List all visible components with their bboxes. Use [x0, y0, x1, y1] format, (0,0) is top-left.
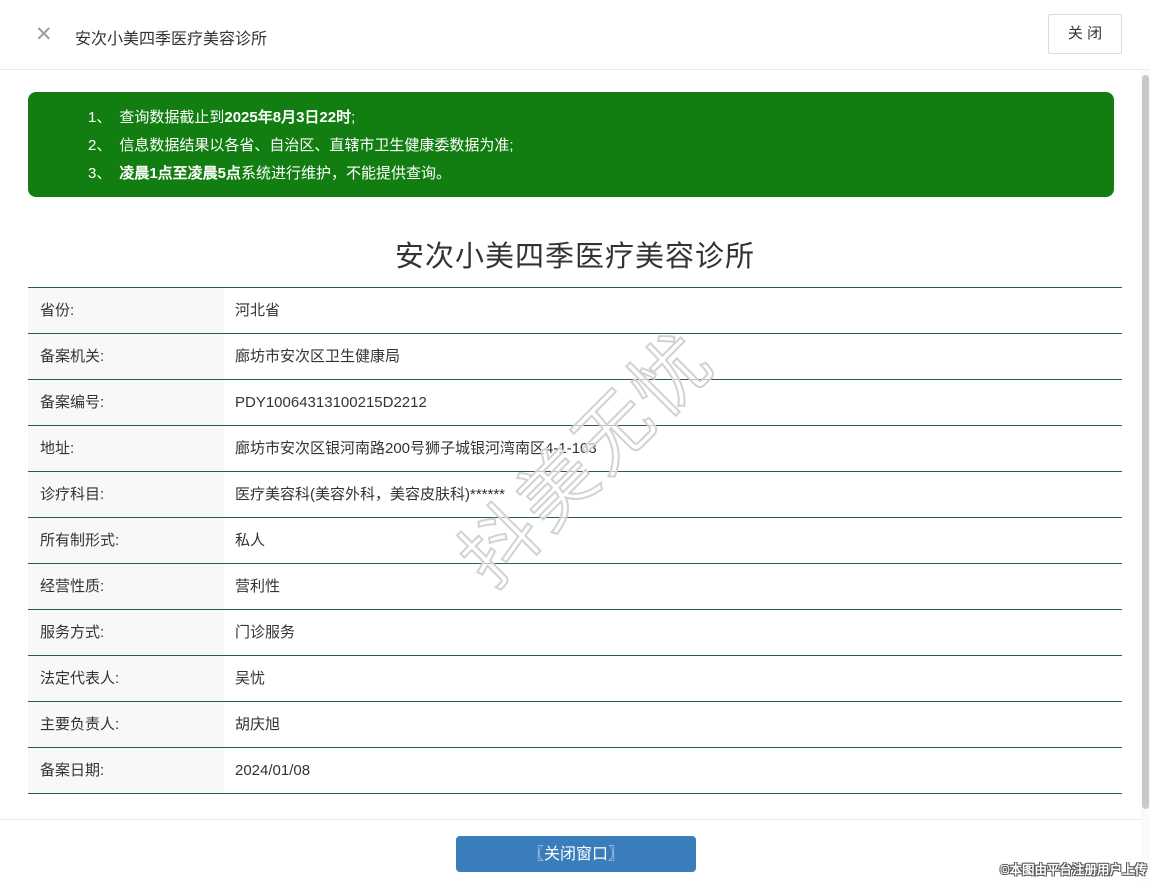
row-value: PDY10064313100215D2212 [224, 380, 1122, 425]
row-label: 经营性质: [28, 564, 224, 609]
table-row: 备案编号: PDY10064313100215D2212 [28, 380, 1122, 426]
scrollbar-thumb[interactable] [1142, 75, 1149, 809]
row-value: 胡庆旭 [224, 702, 1122, 747]
row-value: 私人 [224, 518, 1122, 563]
notice-text-bold: 凌晨1点至凌晨5点 [119, 165, 242, 182]
close-window-button[interactable]: 〖关闭窗口〗 [456, 836, 696, 872]
page-title: 安次小美四季医疗美容诊所 [394, 241, 755, 273]
notice-line-2: 2、 信息数据结果以各省、自治区、直辖市卫生健康委数据为准; [88, 132, 1094, 160]
row-label: 省份: [28, 288, 224, 333]
row-label: 所有制形式: [28, 518, 224, 563]
notice-box: 1、 查询数据截止到2025年8月3日22时; 2、 信息数据结果以各省、自治区、直… [28, 92, 1114, 197]
table-row: 法定代表人: 吴忧 [28, 656, 1122, 702]
row-value: 门诊服务 [224, 610, 1122, 655]
row-value: 营利性 [224, 564, 1122, 609]
table-row: 备案机关: 廊坊市安次区卫生健康局 [28, 334, 1122, 380]
row-value: 2024/01/08 [224, 748, 1122, 793]
footer-divider [0, 819, 1150, 820]
table-row: 地址: 廊坊市安次区银河南路200号狮子城银河湾南区4-1-103 [28, 426, 1122, 472]
attribution-watermark: ©本图由平台注册用户上传 [1000, 863, 1147, 877]
window-title: 安次小美四季医疗美容诊所 [75, 31, 268, 48]
row-value: 吴忧 [224, 656, 1122, 701]
clinic-record-window: ✕ 安次小美四季医疗美容诊所 关 闭 1、 查询数据截止到2025年8月3日22时… [0, 0, 1150, 881]
row-label: 备案机关: [28, 334, 224, 379]
row-label: 主要负责人: [28, 702, 224, 747]
notice-num: 2、 [88, 137, 112, 154]
row-label: 备案编号: [28, 380, 224, 425]
table-row: 服务方式: 门诊服务 [28, 610, 1122, 656]
row-label: 诊疗科目: [28, 472, 224, 517]
row-label: 服务方式: [28, 610, 224, 655]
notice-text: 查询数据截止到 [119, 109, 225, 126]
table-row: 诊疗科目: 医疗美容科(美容外科，美容皮肤科)****** [28, 472, 1122, 518]
row-label: 备案日期: [28, 748, 224, 793]
notice-text: ; [351, 109, 356, 126]
scrollbar-track[interactable] [1141, 71, 1150, 881]
notice-line-1: 1、 查询数据截止到2025年8月3日22时; [88, 104, 1094, 132]
table-row: 经营性质: 营利性 [28, 564, 1122, 610]
row-value: 廊坊市安次区卫生健康局 [224, 334, 1122, 379]
row-value: 河北省 [224, 288, 1122, 333]
detail-table: 省份: 河北省 备案机关: 廊坊市安次区卫生健康局 备案编号: PDY1006431310… [28, 287, 1122, 794]
close-button[interactable]: 关 闭 [1048, 14, 1122, 54]
notice-num: 3、 [88, 165, 112, 182]
row-label: 法定代表人: [28, 656, 224, 701]
table-row: 备案日期: 2024/01/08 [28, 748, 1122, 794]
notice-text: 信息数据结果以各省、自治区、直辖市卫生健康委数据为准; [119, 137, 514, 154]
notice-num: 1、 [88, 109, 112, 126]
row-value: 廊坊市安次区银河南路200号狮子城银河湾南区4-1-103 [224, 426, 1122, 471]
table-row: 主要负责人: 胡庆旭 [28, 702, 1122, 748]
notice-text-bold: 2025年8月3日22时 [224, 109, 352, 126]
notice-text: 系统进行维护，不能提供查询。 [241, 165, 452, 182]
notice-line-3: 3、 凌晨1点至凌晨5点系统进行维护，不能提供查询。 [88, 160, 1094, 188]
header-bar: ✕ 安次小美四季医疗美容诊所 关 闭 [0, 0, 1150, 70]
row-value: 医疗美容科(美容外科，美容皮肤科)****** [224, 472, 1122, 517]
row-label: 地址: [28, 426, 224, 471]
table-row: 省份: 河北省 [28, 288, 1122, 334]
close-icon[interactable]: ✕ [35, 22, 53, 48]
table-row: 所有制形式: 私人 [28, 518, 1122, 564]
